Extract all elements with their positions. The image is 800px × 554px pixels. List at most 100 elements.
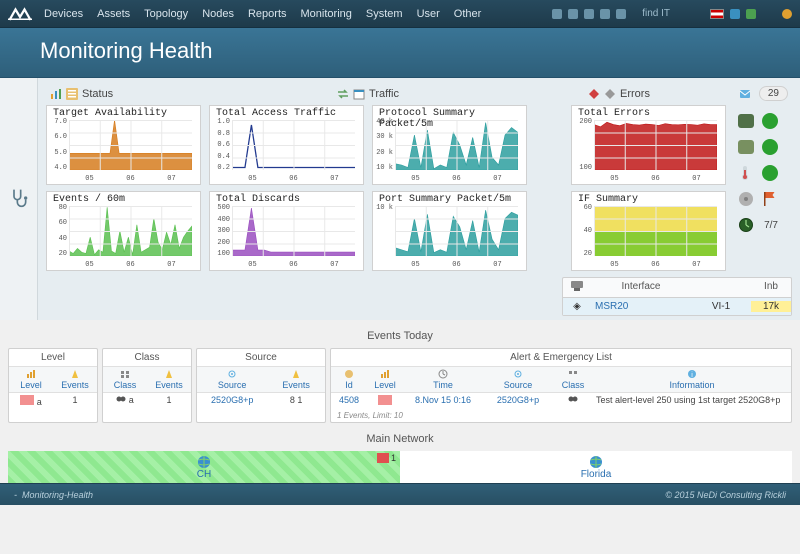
chart-title: Total Errors: [578, 108, 650, 119]
tool-icon-3[interactable]: [584, 9, 594, 19]
footer-copyright: © 2015 NeDi Consulting Rickli: [665, 490, 786, 500]
nav-reports[interactable]: Reports: [248, 8, 287, 20]
flag-icon[interactable]: [762, 191, 778, 207]
ok-dot-2: [762, 139, 778, 155]
nav-devices[interactable]: Devices: [44, 8, 83, 20]
chart-yaxis: 80604020: [49, 204, 69, 258]
arrows-icon[interactable]: [337, 88, 349, 100]
if-table-row[interactable]: ◈ MSR20 VI-1 17k: [563, 298, 791, 315]
footer-breadcrumb: - Monitoring-Health: [14, 490, 93, 500]
traffic-label: Traffic: [369, 88, 399, 100]
thermometer-icon[interactable]: [738, 165, 752, 181]
alert-box-title: Alert & Emergency List: [331, 349, 791, 367]
stethoscope-icon[interactable]: [9, 188, 29, 208]
class-row[interactable]: a 1: [103, 393, 191, 407]
chart-xaxis: 050607: [232, 175, 355, 183]
chart-title: Port Summary Packet/5m: [379, 194, 511, 205]
chart-title: Total Discards: [216, 194, 300, 205]
if-row-device[interactable]: MSR20: [591, 301, 691, 312]
list-icon[interactable]: [66, 88, 78, 100]
level-box: Level Level Events a 1: [8, 348, 98, 423]
source-th-events[interactable]: Events: [267, 367, 325, 392]
network-cell-ch[interactable]: CH 1: [8, 451, 400, 483]
clock-ratio: 7/7: [764, 220, 778, 231]
chart-xaxis: 050607: [69, 175, 192, 183]
chart-total-discards[interactable]: Total Discards 500400300200100 050607: [209, 191, 364, 271]
nav-user[interactable]: User: [417, 8, 440, 20]
chart-events-60m[interactable]: Events / 60m 80604020 050607: [46, 191, 201, 271]
class-th-events[interactable]: Events: [147, 367, 191, 392]
network-label-florida: Florida: [581, 469, 612, 480]
if-col-empty: [691, 281, 751, 294]
alert-th-level[interactable]: Level: [367, 367, 403, 392]
board-icon[interactable]: [738, 114, 754, 128]
chart-xaxis: 050607: [594, 261, 717, 269]
level-box-title: Level: [9, 349, 97, 367]
chart-yaxis: 200100: [574, 118, 594, 172]
if-col-interface[interactable]: Interface: [591, 281, 691, 294]
status-dot-icon[interactable]: [782, 9, 792, 19]
calendar-icon[interactable]: [353, 88, 365, 100]
level-th-events[interactable]: Events: [53, 367, 97, 392]
alert-th-info[interactable]: iInformation: [593, 367, 791, 392]
chart-grid: Target Availability 7.06.05.04.0 050607 …: [46, 105, 726, 271]
app-logo-icon[interactable]: [8, 6, 32, 22]
tool-icon-2[interactable]: [568, 9, 578, 19]
tool-icon-1[interactable]: [552, 9, 562, 19]
chart-total-access-traffic[interactable]: Total Access Traffic 1.00.80.60.40.2 050…: [209, 105, 364, 185]
export-icon[interactable]: [746, 9, 756, 19]
network-cell-florida[interactable]: Florida: [400, 451, 792, 483]
disk-icon[interactable]: [738, 191, 754, 207]
chart-xaxis: 050607: [395, 261, 518, 269]
print-icon[interactable]: [730, 9, 740, 19]
chart-yaxis: 7.06.05.04.0: [49, 118, 69, 172]
right-sidebar: 7/7: [734, 105, 782, 271]
errors-label: Errors: [620, 88, 650, 100]
errors-count-badge: 29: [759, 86, 788, 101]
chart-port-summary-packet-5m[interactable]: Port Summary Packet/5m 10 k 050607: [372, 191, 527, 271]
chart-icon[interactable]: [50, 88, 62, 100]
level-th-level[interactable]: Level: [9, 367, 53, 392]
main-network-title: Main Network: [0, 433, 800, 445]
redcell-icon: [20, 395, 34, 405]
class-box: Class Class Events a 1: [102, 348, 192, 423]
chart-title: Protocol Summary Packet/5m: [379, 108, 526, 130]
nav-nodes[interactable]: Nodes: [202, 8, 234, 20]
if-row-icon: ◈: [563, 301, 591, 312]
level-row[interactable]: a 1: [9, 393, 97, 409]
alert-th-time[interactable]: Time: [403, 367, 483, 392]
alert-th-id[interactable]: Id: [331, 367, 367, 392]
nav-system[interactable]: System: [366, 8, 403, 20]
globe-icon: [197, 455, 211, 469]
search-label[interactable]: find IT: [642, 8, 670, 19]
tool-icon-5[interactable]: [616, 9, 626, 19]
if-col-inb[interactable]: Inb: [751, 281, 791, 294]
diamond-red-icon[interactable]: [588, 88, 600, 100]
chart-target-availability[interactable]: Target Availability 7.06.05.04.0 050607: [46, 105, 201, 185]
flag-icon-1[interactable]: [710, 9, 724, 19]
network-label-ch: CH: [197, 469, 211, 480]
diamond-grey-icon[interactable]: [604, 88, 616, 100]
nav-other[interactable]: Other: [454, 8, 482, 20]
chart-protocol-summary-packet-5m[interactable]: Protocol Summary Packet/5m 40 k30 k20 k1…: [372, 105, 527, 185]
footer: - Monitoring-Health © 2015 NeDi Consulti…: [0, 483, 800, 505]
if-row-ifname: VI-1: [691, 301, 751, 312]
mail-icon[interactable]: [739, 88, 751, 100]
alert-th-source[interactable]: Source: [483, 367, 553, 392]
nav-assets[interactable]: Assets: [97, 8, 130, 20]
class-th-class[interactable]: Class: [103, 367, 147, 392]
nav-monitoring[interactable]: Monitoring: [301, 8, 352, 20]
tool-icon-4[interactable]: [600, 9, 610, 19]
memory-icon[interactable]: [738, 140, 754, 154]
if-col-icon[interactable]: [563, 281, 591, 294]
chart-total-errors[interactable]: Total Errors 200100 050607: [571, 105, 726, 185]
alert-row[interactable]: 4508 8.Nov 15 0:16 2520G8+p Test alert-l…: [331, 393, 791, 409]
alert-th-class[interactable]: Class: [553, 367, 593, 392]
binoculars-icon: [116, 395, 126, 403]
nav-topology[interactable]: Topology: [144, 8, 188, 20]
chart-title: Total Access Traffic: [216, 108, 336, 119]
source-th-source[interactable]: Source: [197, 367, 267, 392]
chart-if-summary[interactable]: IF Summary 604020 050607: [571, 191, 726, 271]
source-row[interactable]: 2520G8+p 8 1: [197, 393, 325, 407]
clock-icon[interactable]: [738, 217, 754, 233]
